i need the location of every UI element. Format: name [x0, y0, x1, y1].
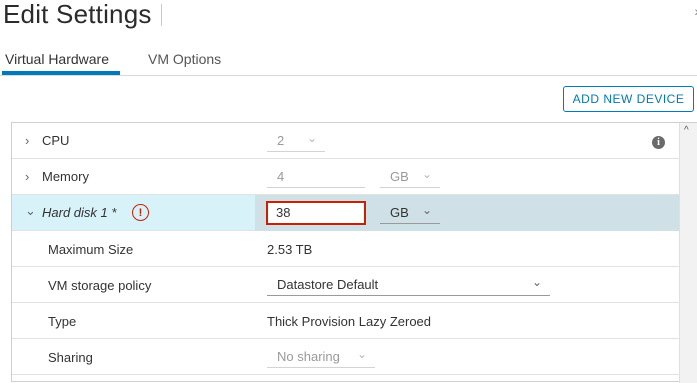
hard-disk-size-input[interactable]: 38	[266, 201, 366, 225]
info-icon[interactable]: i	[652, 136, 665, 149]
max-size-label: Maximum Size	[48, 242, 134, 257]
tab-vm-options[interactable]: VM Options	[148, 51, 221, 67]
scroll-up-arrow-icon[interactable]: ^	[684, 125, 689, 136]
hardware-row-memory: › Memory 4 GB ⌄	[12, 159, 679, 195]
memory-unit-select[interactable]: GB ⌄	[380, 166, 440, 188]
hard-disk-storage-policy-row: VM storage policy Datastore Default ⌄	[12, 267, 679, 303]
hardware-row-hard-disk: ⌄ Hard disk 1 * ! 38 GB ⌄	[12, 195, 679, 231]
chevron-down-icon[interactable]: ⌄	[25, 203, 36, 219]
hard-disk-unit-select[interactable]: GB ⌄	[380, 202, 440, 224]
hardware-panel: › CPU 2 ⌄ i › Memory 4 GB ⌄ ⌄ Hard disk …	[11, 122, 697, 383]
scrollbar[interactable]: ^	[679, 123, 697, 383]
hard-disk-label: Hard disk 1 *	[42, 205, 117, 220]
sharing-select[interactable]: No sharing ⌄	[267, 346, 375, 368]
add-new-device-button[interactable]: ADD NEW DEVICE	[563, 86, 694, 112]
type-label: Type	[48, 314, 77, 329]
memory-input[interactable]: 4	[267, 166, 365, 188]
tab-virtual-hardware[interactable]: Virtual Hardware	[5, 51, 109, 67]
chevron-right-icon[interactable]: ›	[25, 133, 29, 148]
type-value: Thick Provision Lazy Zeroed	[267, 314, 432, 329]
memory-label: Memory	[42, 169, 89, 184]
sharing-label: Sharing	[48, 350, 93, 365]
chevron-down-icon: ⌄	[306, 131, 317, 145]
chevron-down-icon: ⌄	[356, 347, 367, 361]
chevron-down-icon: ⌄	[421, 203, 432, 217]
hardware-row-cpu: › CPU 2 ⌄ i	[12, 123, 679, 159]
hard-disk-max-size-row: Maximum Size 2.53 TB	[12, 231, 679, 267]
hard-disk-sharing-row: Sharing No sharing ⌄	[12, 339, 679, 375]
tab-bar: Virtual Hardware VM Options	[0, 42, 697, 76]
hard-disk-type-row: Type Thick Provision Lazy Zeroed	[12, 303, 679, 339]
cpu-label: CPU	[42, 133, 70, 148]
storage-policy-label: VM storage policy	[48, 278, 152, 293]
active-tab-indicator	[2, 71, 120, 75]
warning-icon: !	[132, 204, 149, 221]
storage-policy-select[interactable]: Datastore Default ⌄	[267, 274, 550, 296]
max-size-value: 2.53 TB	[267, 242, 313, 257]
cpu-select[interactable]: 2 ⌄	[267, 130, 325, 152]
title-divider	[161, 4, 162, 26]
page-title: Edit Settings	[3, 0, 152, 29]
chevron-right-icon[interactable]: ›	[25, 169, 29, 184]
chevron-down-icon: ⌄	[421, 167, 432, 181]
chevron-down-icon: ⌄	[531, 275, 542, 289]
